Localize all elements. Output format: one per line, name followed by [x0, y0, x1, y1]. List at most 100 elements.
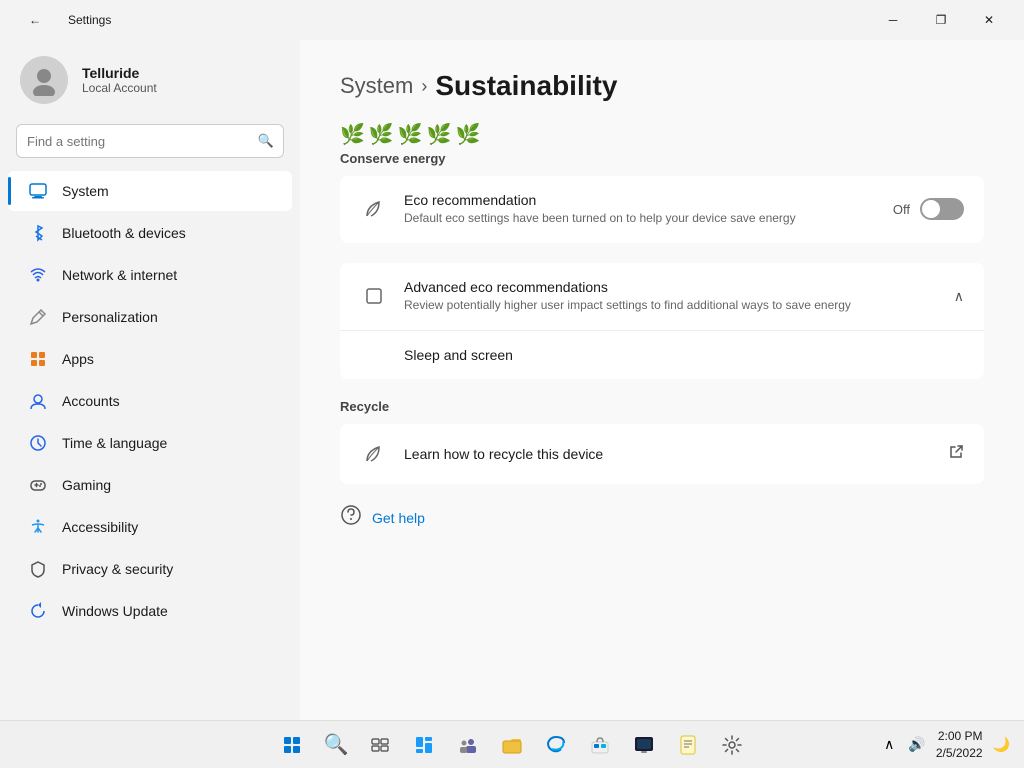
sidebar-label-network: Network & internet: [62, 267, 177, 283]
accounts-icon: [28, 391, 48, 411]
leaf-icons-row: 🌿 🌿 🌿 🌿 🌿: [340, 122, 984, 147]
taskbar-right: ∧ 🔊 2:00 PM 2/5/2022 🌙: [880, 728, 1014, 762]
account-type: Local Account: [82, 81, 157, 95]
leaf-icon-5: 🌿: [456, 122, 481, 147]
sidebar-item-privacy[interactable]: Privacy & security: [8, 549, 292, 589]
privacy-icon: [28, 559, 48, 579]
accessibility-icon: [28, 517, 48, 537]
taskbar-start-button[interactable]: [272, 725, 312, 765]
conserve-section-label: Conserve energy: [340, 151, 984, 166]
advanced-eco-header[interactable]: Advanced eco recommendations Review pote…: [340, 263, 984, 330]
sidebar-label-update: Windows Update: [62, 603, 168, 619]
search-icon: 🔍: [258, 133, 274, 149]
sidebar-item-time[interactable]: Time & language: [8, 423, 292, 463]
eco-icon: [360, 195, 388, 223]
taskbar-app1-button[interactable]: [624, 725, 664, 765]
notification-icon[interactable]: 🌙: [989, 734, 1014, 755]
recycle-title: Learn how to recycle this device: [404, 446, 932, 462]
eco-toggle-right: Off: [893, 198, 964, 220]
advanced-eco-icon: [360, 282, 388, 310]
sidebar-item-accounts[interactable]: Accounts: [8, 381, 292, 421]
recycle-content: Learn how to recycle this device: [404, 446, 932, 462]
maximize-button[interactable]: ❐: [918, 4, 964, 36]
sidebar-item-accessibility[interactable]: Accessibility: [8, 507, 292, 547]
sidebar-item-network[interactable]: Network & internet: [8, 255, 292, 295]
toggle-thumb: [922, 200, 940, 218]
get-help[interactable]: Get help: [340, 504, 984, 532]
sidebar-item-update[interactable]: Windows Update: [8, 591, 292, 631]
app-title: Settings: [68, 13, 111, 27]
avatar: [20, 56, 68, 104]
external-link-icon: [948, 444, 964, 463]
taskbar-taskview-button[interactable]: [360, 725, 400, 765]
advanced-eco-content: Advanced eco recommendations Review pote…: [404, 279, 938, 314]
sidebar-item-gaming[interactable]: Gaming: [8, 465, 292, 505]
taskbar-teams-button[interactable]: [448, 725, 488, 765]
eco-toggle-label: Off: [893, 202, 910, 217]
titlebar: ← Settings ─ ❐ ✕: [0, 0, 1024, 40]
sidebar-label-gaming: Gaming: [62, 477, 111, 493]
sidebar-item-personalization[interactable]: Personalization: [8, 297, 292, 337]
taskbar-notes-button[interactable]: [668, 725, 708, 765]
advanced-eco-body: Sleep and screen: [340, 330, 984, 379]
titlebar-left: ← Settings: [12, 4, 111, 36]
sidebar-label-accounts: Accounts: [62, 393, 120, 409]
taskbar-date-display: 2/5/2022: [936, 745, 983, 762]
sidebar-item-apps[interactable]: Apps: [8, 339, 292, 379]
taskbar-tray: ∧: [880, 734, 898, 755]
minimize-button[interactable]: ─: [870, 4, 916, 36]
sidebar-item-bluetooth[interactable]: Bluetooth & devices: [8, 213, 292, 253]
eco-toggle[interactable]: [920, 198, 964, 220]
recycle-card[interactable]: Learn how to recycle this device: [340, 424, 984, 484]
leaf-icon-1: 🌿: [340, 122, 365, 147]
username: Telluride: [82, 65, 157, 81]
search-input[interactable]: [16, 124, 284, 158]
eco-recommendation-card: Eco recommendation Default eco settings …: [340, 176, 984, 243]
user-profile[interactable]: Telluride Local Account: [0, 40, 300, 120]
eco-recommendation-desc: Default eco settings have been turned on…: [404, 210, 877, 227]
sidebar: Telluride Local Account 🔍 System: [0, 40, 300, 720]
breadcrumb-system[interactable]: System: [340, 73, 413, 99]
breadcrumb-arrow: ›: [421, 76, 427, 97]
sidebar-item-system[interactable]: System: [8, 171, 292, 211]
sidebar-label-accessibility: Accessibility: [62, 519, 138, 535]
taskbar-center: 🔍: [272, 725, 752, 765]
leaf-icon-2: 🌿: [369, 122, 394, 147]
personalization-icon: [28, 307, 48, 327]
get-help-text[interactable]: Get help: [372, 510, 425, 526]
network-icon: [28, 265, 48, 285]
taskbar-time-display: 2:00 PM: [936, 728, 983, 745]
tray-expand-icon[interactable]: ∧: [880, 734, 898, 755]
eco-recommendation-content: Eco recommendation Default eco settings …: [404, 192, 877, 227]
advanced-eco-card: Advanced eco recommendations Review pote…: [340, 263, 984, 379]
main-panel: System › Sustainability 🌿 🌿 🌿 🌿 🌿 Conser…: [300, 40, 1024, 720]
gaming-icon: [28, 475, 48, 495]
back-button[interactable]: ←: [12, 4, 58, 36]
leaf-icon-4: 🌿: [427, 122, 452, 147]
volume-icon[interactable]: 🔊: [904, 734, 929, 755]
app-body: Telluride Local Account 🔍 System: [0, 40, 1024, 720]
close-button[interactable]: ✕: [966, 4, 1012, 36]
chevron-up-icon: ∧: [954, 288, 964, 305]
taskbar-search-button[interactable]: 🔍: [316, 725, 356, 765]
user-info: Telluride Local Account: [82, 65, 157, 95]
taskbar-store-button[interactable]: [580, 725, 620, 765]
sidebar-label-system: System: [62, 183, 109, 199]
taskbar-widgets-button[interactable]: [404, 725, 444, 765]
system-icon: [28, 181, 48, 201]
update-icon: [28, 601, 48, 621]
taskbar-settings-button[interactable]: [712, 725, 752, 765]
recycle-icon: [360, 440, 388, 468]
taskbar-explorer-button[interactable]: [492, 725, 532, 765]
search-bar[interactable]: 🔍: [16, 124, 284, 158]
sidebar-label-bluetooth: Bluetooth & devices: [62, 225, 186, 241]
taskbar-clock[interactable]: 2:00 PM 2/5/2022: [936, 728, 983, 762]
taskbar-edge-button[interactable]: [536, 725, 576, 765]
sidebar-label-privacy: Privacy & security: [62, 561, 173, 577]
sidebar-label-personalization: Personalization: [62, 309, 158, 325]
apps-icon: [28, 349, 48, 369]
advanced-eco-title: Advanced eco recommendations: [404, 279, 938, 295]
sleep-and-screen-item[interactable]: Sleep and screen: [340, 331, 984, 379]
sidebar-label-apps: Apps: [62, 351, 94, 367]
page-title: Sustainability: [435, 70, 617, 102]
